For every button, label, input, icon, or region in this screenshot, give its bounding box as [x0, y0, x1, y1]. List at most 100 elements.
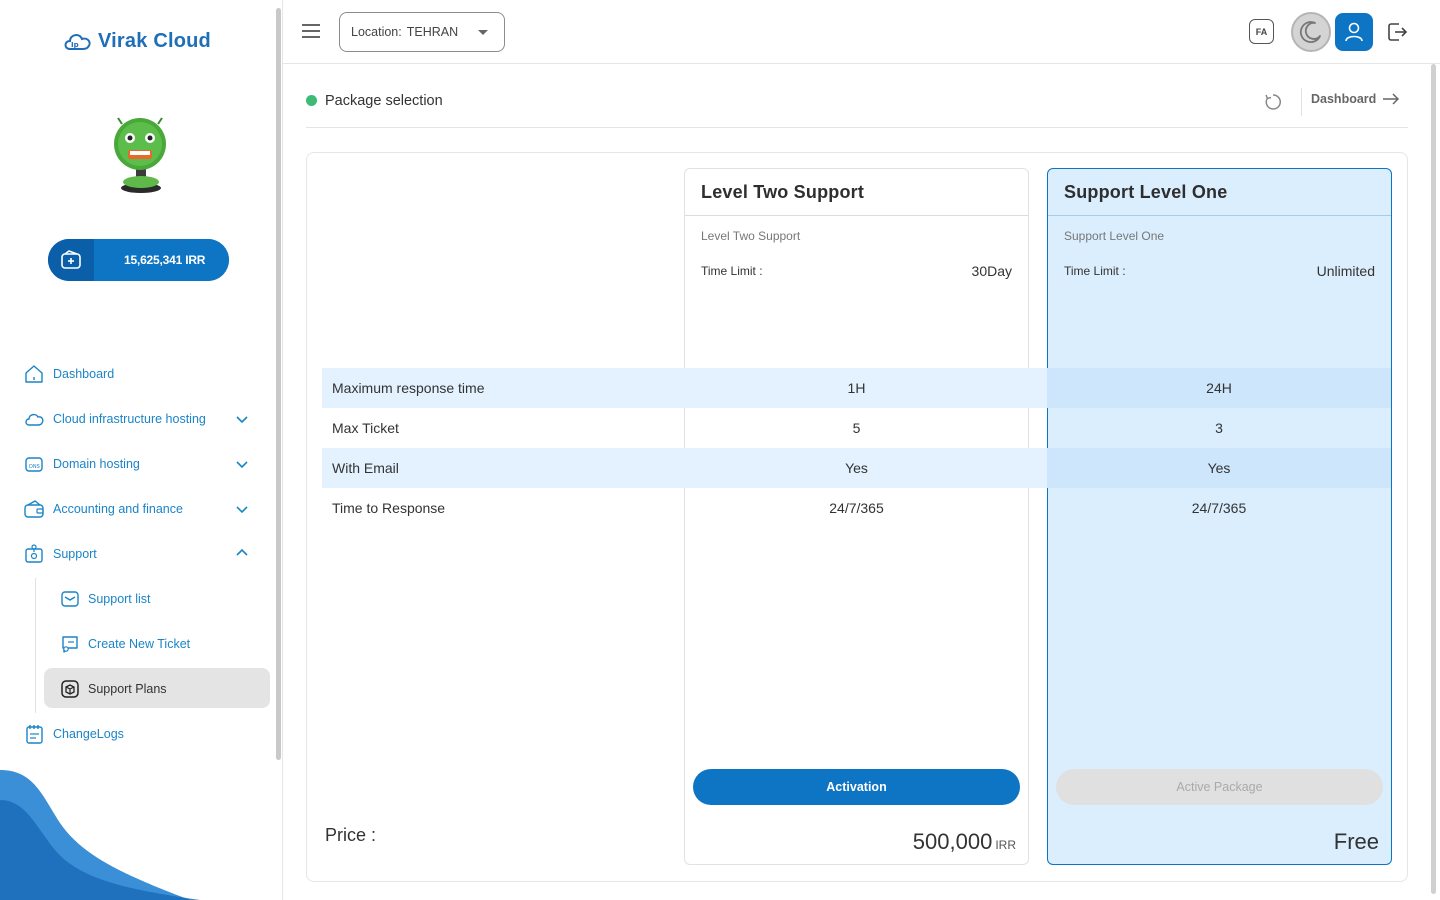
time-limit-value: 30Day	[971, 263, 1012, 279]
notes-icon	[22, 722, 46, 746]
language-button[interactable]: FA	[1249, 19, 1274, 44]
sidebar-item-label: ChangeLogs	[53, 727, 124, 741]
feature-value-level-two: 5	[852, 420, 861, 436]
submenu-guide-line	[35, 578, 36, 713]
feature-value-level-one: 24/7/365	[1191, 500, 1247, 516]
time-limit-label: Time Limit :	[1064, 264, 1126, 278]
sidebar-item-support[interactable]: Support	[22, 542, 97, 566]
wallet-add-icon	[48, 239, 94, 281]
feature-value-level-one: 24H	[1047, 368, 1391, 408]
dns-icon: DNS	[22, 452, 46, 476]
sidebar-item-dashboard[interactable]: Dashboard	[22, 362, 114, 386]
svg-text:Ip: Ip	[71, 41, 79, 49]
breadcrumb-dashboard[interactable]: Dashboard	[1311, 92, 1400, 106]
feature-label: Maximum response time	[332, 380, 485, 396]
chevron-down-icon[interactable]	[234, 411, 250, 427]
support-icon	[22, 542, 46, 566]
dark-mode-button[interactable]	[1291, 12, 1331, 52]
sidebar-scrollbar[interactable]	[276, 8, 281, 760]
wallet-amount: 15,625,341 IRR	[94, 239, 229, 281]
divider	[1048, 215, 1391, 216]
status-dot	[306, 95, 317, 106]
feature-value-level-two: 24/7/365	[829, 500, 884, 516]
cloud-logo-icon: Ip	[64, 34, 91, 50]
breadcrumb-label: Dashboard	[1311, 92, 1377, 106]
refresh-icon[interactable]	[1263, 92, 1283, 112]
user-avatar	[108, 116, 170, 194]
sidebar-item-domain-hosting[interactable]: DNS Domain hosting	[22, 452, 140, 476]
decorative-wave	[0, 770, 200, 900]
sidebar-item-label: Support Plans	[88, 682, 167, 696]
sidebar-item-label: Support	[53, 547, 97, 561]
location-label: Location:	[351, 25, 402, 39]
plan-subtitle: Support Level One	[1064, 229, 1165, 243]
activation-button[interactable]: Activation	[693, 769, 1020, 805]
plan-title: Level Two Support	[701, 182, 865, 202]
brand-logo[interactable]: Ip Virak Cloud	[62, 29, 211, 53]
svg-text:DNS: DNS	[29, 464, 40, 470]
location-value: TEHRAN	[406, 25, 459, 39]
sidebar-item-label: Cloud infrastructure hosting	[53, 412, 206, 426]
location-select[interactable]: Location: TEHRAN	[339, 12, 505, 52]
sidebar-item-label: Create New Ticket	[88, 637, 191, 651]
time-limit-label: Time Limit :	[701, 264, 763, 278]
cloud-icon	[22, 407, 46, 431]
page-scrollbar[interactable]	[1431, 64, 1436, 894]
feature-label: Time to Response	[332, 500, 446, 516]
divider	[685, 215, 1028, 216]
sidebar-item-changelogs[interactable]: ChangeLogs	[22, 722, 124, 746]
home-icon	[22, 362, 46, 386]
plan-title: Support Level One	[1064, 182, 1228, 202]
price-value: Free	[1333, 829, 1379, 854]
feature-value-level-one: 3	[1215, 420, 1223, 436]
feature-value-level-two: Yes	[845, 460, 868, 476]
sidebar-item-create-ticket[interactable]: Create New Ticket	[58, 632, 190, 656]
sidebar-item-label: Support list	[88, 592, 151, 606]
feature-label: With Email	[332, 460, 399, 476]
page-title: Package selection	[325, 93, 443, 109]
chevron-down-icon[interactable]	[234, 501, 250, 517]
sidebar-item-cloud-hosting[interactable]: Cloud infrastructure hosting	[22, 407, 206, 431]
active-package-button: Active Package	[1056, 769, 1383, 805]
feature-row: With Email Yes Yes	[322, 448, 1391, 488]
logout-button[interactable]	[1378, 13, 1416, 51]
chevron-down-icon[interactable]	[234, 456, 250, 472]
price-label: Price :	[325, 825, 377, 845]
plan-subtitle: Level Two Support	[701, 229, 801, 243]
sidebar-item-label: Domain hosting	[53, 457, 140, 471]
sidebar: Ip Virak Cloud 15,625,341 IRR Dashboard …	[0, 0, 283, 900]
feature-row: Time to Response 24/7/365 24/7/365	[322, 488, 1391, 528]
mail-icon	[58, 587, 82, 611]
plan-price: 500,000 IRR	[913, 829, 1016, 855]
profile-button[interactable]	[1335, 13, 1373, 51]
box-icon	[58, 677, 82, 701]
feature-value-level-two: 1H	[847, 380, 866, 396]
wallet-icon	[22, 497, 46, 521]
sidebar-item-accounting[interactable]: Accounting and finance	[22, 497, 183, 521]
arrow-right-icon	[1383, 93, 1400, 105]
divider	[1301, 88, 1302, 116]
plan-price: Free	[1334, 829, 1379, 855]
sidebar-item-support-list[interactable]: Support list	[58, 587, 151, 611]
feature-value-level-one: Yes	[1047, 448, 1391, 488]
time-limit-value: Unlimited	[1316, 263, 1375, 279]
logout-icon	[1388, 23, 1408, 41]
menu-icon[interactable]	[301, 22, 321, 40]
feature-row: Maximum response time 1H 24H	[322, 368, 1391, 408]
user-icon	[1345, 22, 1363, 42]
price-currency: IRR	[995, 838, 1016, 852]
caret-down-icon	[478, 30, 488, 35]
price-value: 500,000	[912, 829, 993, 854]
sidebar-item-label: Accounting and finance	[53, 502, 183, 516]
page-header: Package selection Dashboard	[306, 80, 1408, 128]
ticket-icon	[58, 632, 82, 656]
moon-icon	[1299, 21, 1321, 43]
top-bar: Location: TEHRAN FA	[283, 0, 1440, 64]
sidebar-item-label: Dashboard	[53, 367, 115, 381]
sidebar-item-support-plans[interactable]: Support Plans	[58, 677, 167, 701]
feature-row: Max Ticket 5 3	[322, 408, 1391, 448]
brand-name: Virak Cloud	[98, 29, 211, 52]
feature-label: Max Ticket	[332, 420, 399, 436]
chevron-up-icon[interactable]	[234, 545, 250, 561]
wallet-balance[interactable]: 15,625,341 IRR	[48, 239, 229, 281]
